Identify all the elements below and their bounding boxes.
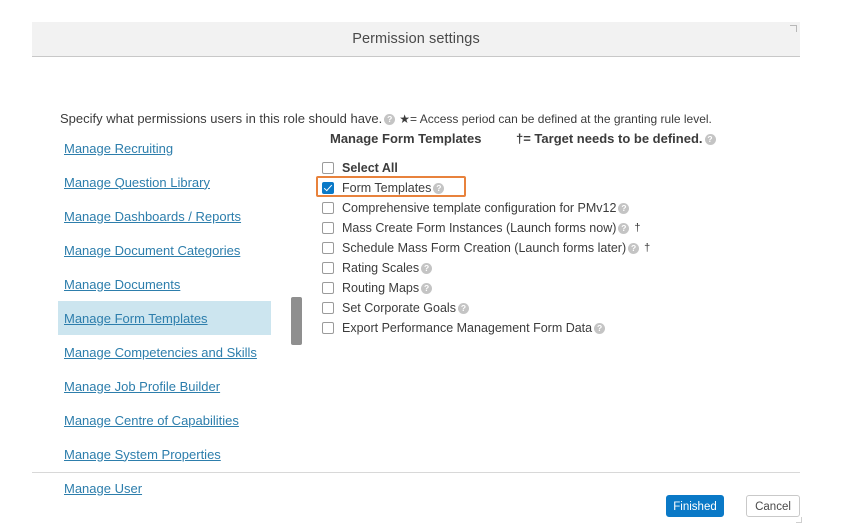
permission-settings-dialog: Permission settings Specify what permiss… xyxy=(32,22,802,523)
sidebar-item-manage-dashboards-reports[interactable]: Manage Dashboards / Reports xyxy=(58,199,273,233)
permission-row-set-corporate-goals[interactable]: Set Corporate Goals ? xyxy=(322,298,782,318)
permission-label: Routing Maps xyxy=(342,281,420,295)
permission-label: Form Templates xyxy=(342,181,432,195)
checkbox-routing-maps[interactable] xyxy=(322,282,334,294)
sidebar-item-label: Manage Documents xyxy=(64,276,181,292)
permission-row-rating-scales[interactable]: Rating Scales ? xyxy=(322,258,782,278)
checkbox-mass-create-form-instances[interactable] xyxy=(322,222,334,234)
dialog-body: Specify what permissions users in this r… xyxy=(32,57,800,496)
finished-button[interactable]: Finished xyxy=(666,495,724,517)
permission-row-comprehensive-template-configuration[interactable]: Comprehensive template configuration for… xyxy=(322,198,782,218)
permission-label: Select All xyxy=(342,161,398,175)
help-icon[interactable]: ? xyxy=(421,282,433,294)
sidebar-item-label: Manage Form Templates xyxy=(64,310,208,326)
help-icon[interactable]: ? xyxy=(628,242,640,254)
sidebar-item-label: Manage Document Categories xyxy=(64,242,241,258)
permission-group-title: Manage Form Templates xyxy=(330,131,482,146)
intro-text: Specify what permissions users in this r… xyxy=(60,111,383,126)
help-icon[interactable]: ? xyxy=(457,302,469,314)
target-note: †= Target needs to be defined.? xyxy=(516,131,716,146)
permission-checkbox-list: Select All Form Templates ? Comprehensiv… xyxy=(316,158,782,338)
permission-label: Rating Scales xyxy=(342,261,420,275)
permission-column-headers: Manage Form Templates †= Target needs to… xyxy=(322,131,782,153)
sidebar-item-label: Manage System Properties xyxy=(64,446,221,462)
page-title: Permission settings xyxy=(352,31,480,47)
permission-label: Schedule Mass Form Creation (Launch form… xyxy=(342,241,627,255)
dagger-marker: † xyxy=(634,222,641,234)
permission-label: Export Performance Management Form Data xyxy=(342,321,593,335)
sidebar-scrollbar-thumb[interactable] xyxy=(291,297,302,345)
sidebar-item-label: Manage Dashboards / Reports xyxy=(64,208,242,224)
checkbox-comprehensive-template-configuration[interactable] xyxy=(322,202,334,214)
dialog-footer: Finished Cancel xyxy=(32,473,802,523)
cancel-button[interactable]: Cancel xyxy=(746,495,800,517)
checkbox-export-performance-management-form-data[interactable] xyxy=(322,322,334,334)
star-note: ★= Access period can be defined at the g… xyxy=(399,112,712,126)
checkbox-schedule-mass-form-creation[interactable] xyxy=(322,242,334,254)
checkbox-form-templates[interactable] xyxy=(322,182,334,194)
permission-label: Mass Create Form Instances (Launch forms… xyxy=(342,221,617,235)
dagger-marker: † xyxy=(644,242,651,254)
dialog-title-bar: Permission settings xyxy=(32,22,800,57)
dialog-corner-mark xyxy=(790,25,797,32)
checkbox-select-all[interactable] xyxy=(322,162,334,174)
permission-category-list: Manage Recruiting Manage Question Librar… xyxy=(58,131,273,505)
sidebar-item-label: Manage Question Library xyxy=(64,174,210,190)
sidebar-item-label: Manage Competencies and Skills xyxy=(64,344,257,360)
sidebar-item-label: Manage Job Profile Builder xyxy=(64,378,221,394)
permission-row-export-performance-management-form-data[interactable]: Export Performance Management Form Data … xyxy=(322,318,782,338)
sidebar-item-label: Manage Recruiting xyxy=(64,140,174,156)
sidebar-item-manage-system-properties[interactable]: Manage System Properties xyxy=(58,437,273,471)
sidebar-item-manage-recruiting[interactable]: Manage Recruiting xyxy=(58,131,273,165)
permission-label: Set Corporate Goals xyxy=(342,301,456,315)
help-icon[interactable]: ? xyxy=(433,182,445,194)
permission-row-routing-maps[interactable]: Routing Maps ? xyxy=(322,278,782,298)
sidebar-item-manage-document-categories[interactable]: Manage Document Categories xyxy=(58,233,273,267)
sidebar-item-manage-job-profile-builder[interactable]: Manage Job Profile Builder xyxy=(58,369,273,403)
resize-handle-icon[interactable] xyxy=(796,517,802,523)
permission-row-schedule-mass-form-creation[interactable]: Schedule Mass Form Creation (Launch form… xyxy=(322,238,782,258)
permission-row-mass-create-form-instances[interactable]: Mass Create Form Instances (Launch forms… xyxy=(322,218,782,238)
permission-detail-panel: Manage Form Templates †= Target needs to… xyxy=(316,131,782,338)
help-icon[interactable]: ? xyxy=(384,114,396,125)
permission-row-select-all[interactable]: Select All xyxy=(322,158,782,178)
intro-instruction: Specify what permissions users in this r… xyxy=(60,111,712,126)
help-icon[interactable]: ? xyxy=(421,262,433,274)
sidebar-item-manage-competencies-and-skills[interactable]: Manage Competencies and Skills xyxy=(58,335,273,369)
sidebar-item-manage-question-library[interactable]: Manage Question Library xyxy=(58,165,273,199)
sidebar-item-manage-centre-of-capabilities[interactable]: Manage Centre of Capabilities xyxy=(58,403,273,437)
target-note-text: †= Target needs to be defined. xyxy=(516,131,703,146)
sidebar-item-label: Manage Centre of Capabilities xyxy=(64,412,239,428)
checkbox-set-corporate-goals[interactable] xyxy=(322,302,334,314)
checkbox-rating-scales[interactable] xyxy=(322,262,334,274)
help-icon[interactable]: ? xyxy=(618,222,630,234)
permission-label: Comprehensive template configuration for… xyxy=(342,201,617,215)
permission-row-form-templates[interactable]: Form Templates ? xyxy=(316,176,782,198)
sidebar-item-manage-form-templates[interactable]: Manage Form Templates xyxy=(58,301,271,335)
help-icon[interactable]: ? xyxy=(704,134,716,145)
sidebar-item-manage-documents[interactable]: Manage Documents xyxy=(58,267,273,301)
help-icon[interactable]: ? xyxy=(618,202,630,214)
help-icon[interactable]: ? xyxy=(594,322,606,334)
